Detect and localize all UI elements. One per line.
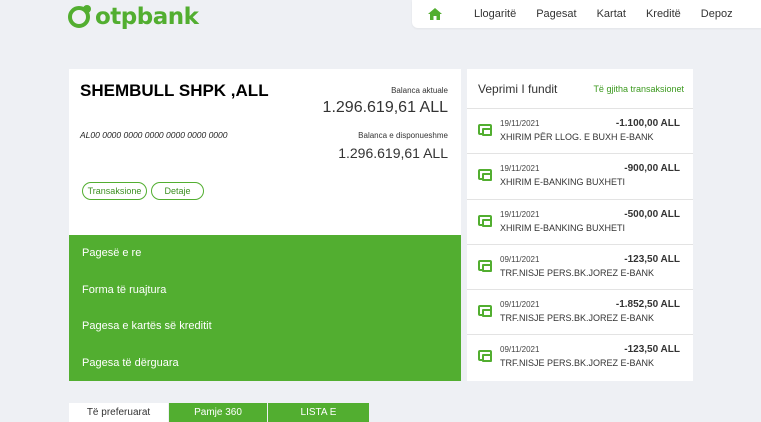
transaction-row[interactable]: 09/11/2021 -123,50 ALL TRF.NISJE PERS.BK… [467, 335, 693, 380]
tab-favorites[interactable]: Të preferuarat [69, 403, 168, 422]
top-bar: otpbank Llogaritë Pagesat Kartat Kreditë… [0, 0, 761, 32]
action-menu: Pagesë e re Forma të ruajtura Pagesa e k… [69, 235, 461, 381]
transaction-amount: -1.852,50 ALL [615, 299, 680, 311]
account-iban: AL00 0000 0000 0000 0000 0000 0000 [80, 130, 228, 140]
home-icon [428, 8, 442, 20]
transaction-description: XHIRIM E-BANKING BUXHETI [500, 222, 626, 233]
transaction-date: 19/11/2021 [500, 164, 540, 174]
transaction-description: TRF.NISJE PERS.BK.JOREZ E-BANK [500, 267, 655, 278]
transaction-description: TRF.NISJE PERS.BK.JOREZ E-BANK [500, 358, 655, 369]
transaction-date: 19/11/2021 [500, 119, 540, 128]
transaction-amount: -900,00 ALL [624, 163, 680, 175]
available-balance-value: 1.296.619,61 ALL [338, 145, 448, 161]
current-balance-label: Balanca aktuale [391, 86, 448, 95]
wallet-icon [478, 305, 492, 318]
latest-transactions-title: Veprimi I fundit [478, 81, 558, 96]
menu-sent-payments[interactable]: Pagesa të dërguara [69, 345, 461, 382]
transaction-row[interactable]: 09/11/2021 -123,50 ALL TRF.NISJE PERS.BK… [467, 245, 693, 291]
otp-logo[interactable]: otpbank [68, 4, 199, 30]
transaction-amount: -1.100,00 ALL [615, 118, 680, 129]
details-button[interactable]: Detaje [151, 182, 204, 200]
menu-new-payment[interactable]: Pagesë e re [69, 235, 461, 272]
current-balance-value: 1.296.619,61 ALL [322, 99, 448, 116]
wallet-icon [478, 214, 492, 227]
wallet-icon [478, 124, 492, 136]
wallet-icon [478, 259, 492, 272]
transactions-button[interactable]: Transaksione [82, 182, 147, 200]
latest-transactions-header: Veprimi I fundit Të gjitha transaksionet [467, 69, 693, 109]
tab-view-360[interactable]: Pamje 360 [169, 403, 267, 422]
main-nav: Llogaritë Pagesat Kartat Kreditë Depoz [412, 0, 761, 28]
transaction-date: 09/11/2021 [500, 254, 540, 264]
account-card: SHEMBULL SHPK ,ALL AL00 0000 0000 0000 0… [69, 69, 461, 235]
transaction-row[interactable]: 19/11/2021 -1.100,00 ALL XHIRIM PËR LLOG… [467, 109, 693, 155]
transaction-row[interactable]: 19/11/2021 -500,00 ALL XHIRIM E-BANKING … [467, 200, 693, 245]
otp-logo-mark [68, 5, 91, 28]
available-balance-label: Balanca e disponueshme [358, 131, 448, 140]
nav-kredite[interactable]: Kreditë [646, 8, 681, 20]
nav-home[interactable] [412, 8, 458, 20]
latest-transactions-panel: Veprimi I fundit Të gjitha transaksionet… [467, 69, 693, 381]
bottom-tabs: Të preferuarat Pamje 360 LISTA E [69, 403, 369, 422]
transaction-description: XHIRIM E-BANKING BUXHETI [500, 177, 626, 188]
all-transactions-link[interactable]: Të gjitha transaksionet [593, 84, 684, 94]
transaction-row[interactable]: 09/11/2021 -1.852,50 ALL TRF.NISJE PERS.… [467, 290, 693, 336]
transaction-date: 09/11/2021 [500, 300, 540, 310]
wallet-icon [478, 169, 492, 182]
nav-llogarite[interactable]: Llogaritë [474, 8, 516, 20]
transaction-amount: -123,50 ALL [624, 344, 680, 356]
transaction-amount: -123,50 ALL [624, 253, 680, 265]
nav-depozita[interactable]: Depoz [701, 8, 733, 20]
logo-text: otpbank [95, 4, 199, 30]
transaction-description: TRF.NISJE PERS.BK.JOREZ E-BANK [500, 313, 655, 324]
nav-pagesat[interactable]: Pagesat [536, 8, 576, 20]
transaction-row[interactable]: 19/11/2021 -900,00 ALL XHIRIM E-BANKING … [467, 154, 693, 200]
wallet-icon [478, 350, 492, 363]
account-name: SHEMBULL SHPK ,ALL [80, 81, 269, 100]
transaction-amount: -500,00 ALL [624, 208, 680, 220]
nav-kartat[interactable]: Kartat [597, 8, 626, 20]
transaction-description: XHIRIM PËR LLOG. E BUXH E-BANK [500, 132, 654, 142]
transaction-date: 19/11/2021 [500, 209, 540, 219]
menu-saved-forms[interactable]: Forma të ruajtura [69, 272, 461, 309]
menu-credit-card-payment[interactable]: Pagesa e kartës së kreditit [69, 308, 461, 345]
tab-list[interactable]: LISTA E [268, 403, 369, 422]
transaction-date: 09/11/2021 [500, 345, 540, 355]
